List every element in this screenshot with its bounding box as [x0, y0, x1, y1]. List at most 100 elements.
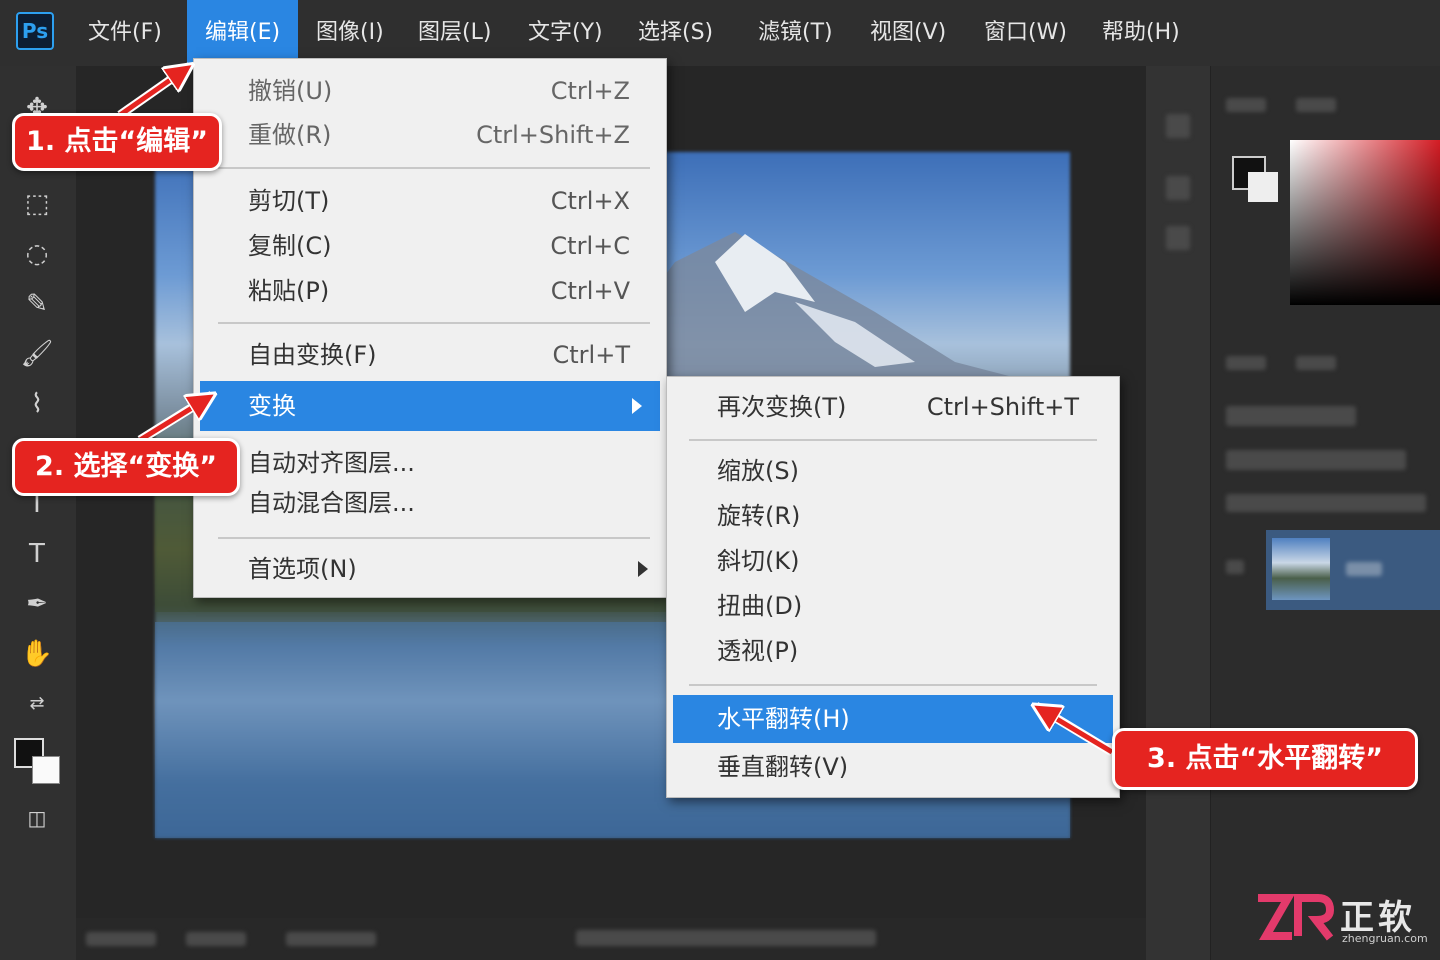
tools-panel: ✥ ⬚ ◌ ✎ 🖌 ⌇ T T ✒ ✋ ⇄ ◫ [0, 66, 77, 960]
menu-separator [218, 322, 650, 324]
submenu-flip-horizontal[interactable]: 水平翻转(H) [673, 695, 1113, 743]
swap-colors-icon[interactable]: ⇄ [16, 686, 58, 722]
submenu-distort[interactable]: 扭曲(D) [667, 584, 1119, 628]
submenu-scale[interactable]: 缩放(S) [667, 449, 1119, 493]
menu-filter[interactable]: 滤镜(T) [754, 0, 837, 66]
photoshop-logo: Ps [16, 12, 54, 50]
menu-file[interactable]: 文件(F) [84, 0, 166, 66]
menu-separator [218, 537, 650, 539]
color-picker-field[interactable] [1290, 140, 1440, 305]
submenu-rotate[interactable]: 旋转(R) [667, 494, 1119, 538]
panel-background-swatch[interactable] [1248, 172, 1278, 202]
submenu-scale-label: 缩放(S) [717, 457, 799, 485]
libraries-icon[interactable] [1166, 226, 1190, 250]
panel-icon-strip [1146, 66, 1211, 960]
menu-cut[interactable]: 剪切(T) Ctrl+X [194, 179, 666, 223]
submenu-flip-vertical-label: 垂直翻转(V) [717, 753, 849, 781]
menu-help[interactable]: 帮助(H) [1098, 0, 1184, 66]
menu-separator [218, 167, 650, 169]
submenu-skew-label: 斜切(K) [717, 547, 800, 575]
submenu-skew[interactable]: 斜切(K) [667, 539, 1119, 583]
menu-redo-label: 重做(R) [248, 121, 332, 149]
layer-thumbnail [1272, 538, 1330, 600]
menu-image[interactable]: 图像(I) [312, 0, 388, 66]
menu-cut-shortcut: Ctrl+X [550, 187, 630, 215]
history-icon[interactable] [1166, 114, 1190, 138]
hand-icon[interactable]: ✋ [16, 636, 58, 672]
menu-paste-label: 粘贴(P) [248, 277, 330, 305]
menu-free-transform-shortcut: Ctrl+T [552, 341, 630, 369]
callout-step2: 2. 选择“变换” [12, 438, 240, 496]
edit-menu-dropdown: 撤销(U) Ctrl+Z 重做(R) Ctrl+Shift+Z 剪切(T) Ct… [193, 58, 667, 598]
submenu-flip-horizontal-label: 水平翻转(H) [717, 705, 850, 733]
channels-tab[interactable] [1296, 356, 1336, 370]
menu-auto-align[interactable]: 自动对齐图层... [194, 441, 666, 485]
zoom-readout [86, 932, 156, 946]
menu-layer[interactable]: 图层(L) [414, 0, 495, 66]
horizontal-scrollbar[interactable] [576, 930, 876, 946]
layer-filter[interactable] [1226, 406, 1356, 426]
transform-submenu: 再次变换(T) Ctrl+Shift+T 缩放(S) 旋转(R) 斜切(K) 扭… [666, 376, 1120, 798]
submenu-distort-label: 扭曲(D) [717, 592, 803, 620]
menu-auto-blend-label: 自动混合图层... [248, 489, 415, 517]
marquee-icon[interactable]: ⬚ [16, 186, 58, 222]
submenu-flip-vertical[interactable]: 垂直翻转(V) [667, 745, 1119, 789]
submenu-perspective[interactable]: 透视(P) [667, 629, 1119, 673]
blend-mode-select[interactable] [1226, 450, 1406, 470]
menu-undo-label: 撤销(U) [248, 77, 333, 105]
submenu-rotate-label: 旋转(R) [717, 502, 801, 530]
doc-size [286, 932, 376, 946]
callout-step1: 1. 点击“编辑” [12, 113, 222, 171]
properties-icon[interactable] [1166, 176, 1190, 200]
menu-edit[interactable]: 编辑(E) [187, 0, 299, 66]
swatches-tab[interactable] [1296, 98, 1336, 112]
menu-separator [689, 439, 1097, 441]
callout-step3: 3. 点击“水平翻转” [1112, 728, 1418, 790]
menu-view[interactable]: 视图(V) [866, 0, 950, 66]
layer-name [1346, 562, 1382, 576]
brush-icon[interactable]: 🖌 [16, 336, 58, 372]
lasso-icon[interactable]: ◌ [16, 236, 58, 272]
pen-icon[interactable]: ✒ [16, 586, 58, 622]
menu-paste-shortcut: Ctrl+V [550, 277, 630, 305]
menu-redo[interactable]: 重做(R) Ctrl+Shift+Z [194, 113, 666, 157]
stamp-icon[interactable]: ⌇ [16, 386, 58, 422]
submenu-arrow-icon [638, 561, 648, 577]
menu-auto-align-label: 自动对齐图层... [248, 449, 415, 477]
watermark-site: zhengruan.com [1342, 932, 1428, 945]
submenu-again[interactable]: 再次变换(T) Ctrl+Shift+T [667, 385, 1119, 429]
menu-paste[interactable]: 粘贴(P) Ctrl+V [194, 269, 666, 313]
menu-copy-shortcut: Ctrl+C [550, 232, 630, 260]
menu-undo-shortcut: Ctrl+Z [550, 77, 630, 105]
menu-window[interactable]: 窗口(W) [980, 0, 1071, 66]
background-color-swatch[interactable] [32, 756, 60, 784]
menu-free-transform[interactable]: 自由变换(F) Ctrl+T [194, 333, 666, 377]
doc-info [186, 932, 246, 946]
menu-auto-blend[interactable]: 自动混合图层... [194, 481, 666, 525]
layers-tab[interactable] [1226, 356, 1266, 370]
menu-select[interactable]: 选择(S) [634, 0, 717, 66]
quick-select-icon[interactable]: ✎ [16, 286, 58, 322]
menu-copy-label: 复制(C) [248, 232, 332, 260]
menu-transform[interactable]: 变换 [200, 381, 660, 431]
type-icon[interactable]: T [16, 536, 58, 572]
menu-separator [689, 684, 1097, 686]
menu-type[interactable]: 文字(Y) [524, 0, 607, 66]
zr-logo [1258, 894, 1334, 941]
submenu-perspective-label: 透视(P) [717, 637, 799, 665]
menu-redo-shortcut: Ctrl+Shift+Z [476, 121, 630, 149]
menu-copy[interactable]: 复制(C) Ctrl+C [194, 224, 666, 268]
menu-preferences[interactable]: 首选项(N) [194, 547, 666, 591]
menu-transform-label: 变换 [248, 392, 296, 420]
layer-visibility-icon[interactable] [1226, 560, 1244, 574]
lock-options[interactable] [1226, 494, 1426, 512]
menu-preferences-label: 首选项(N) [248, 555, 357, 583]
color-tab[interactable] [1226, 98, 1266, 112]
menu-undo[interactable]: 撤销(U) Ctrl+Z [194, 69, 666, 113]
quick-mask-icon[interactable]: ◫ [16, 800, 58, 836]
menubar: Ps 文件(F) 编辑(E) 图像(I) 图层(L) 文字(Y) 选择(S) 滤… [0, 0, 1440, 67]
submenu-arrow-icon [632, 398, 642, 414]
submenu-again-shortcut: Ctrl+Shift+T [926, 393, 1079, 421]
menu-free-transform-label: 自由变换(F) [248, 341, 377, 369]
status-bar [76, 918, 1146, 960]
